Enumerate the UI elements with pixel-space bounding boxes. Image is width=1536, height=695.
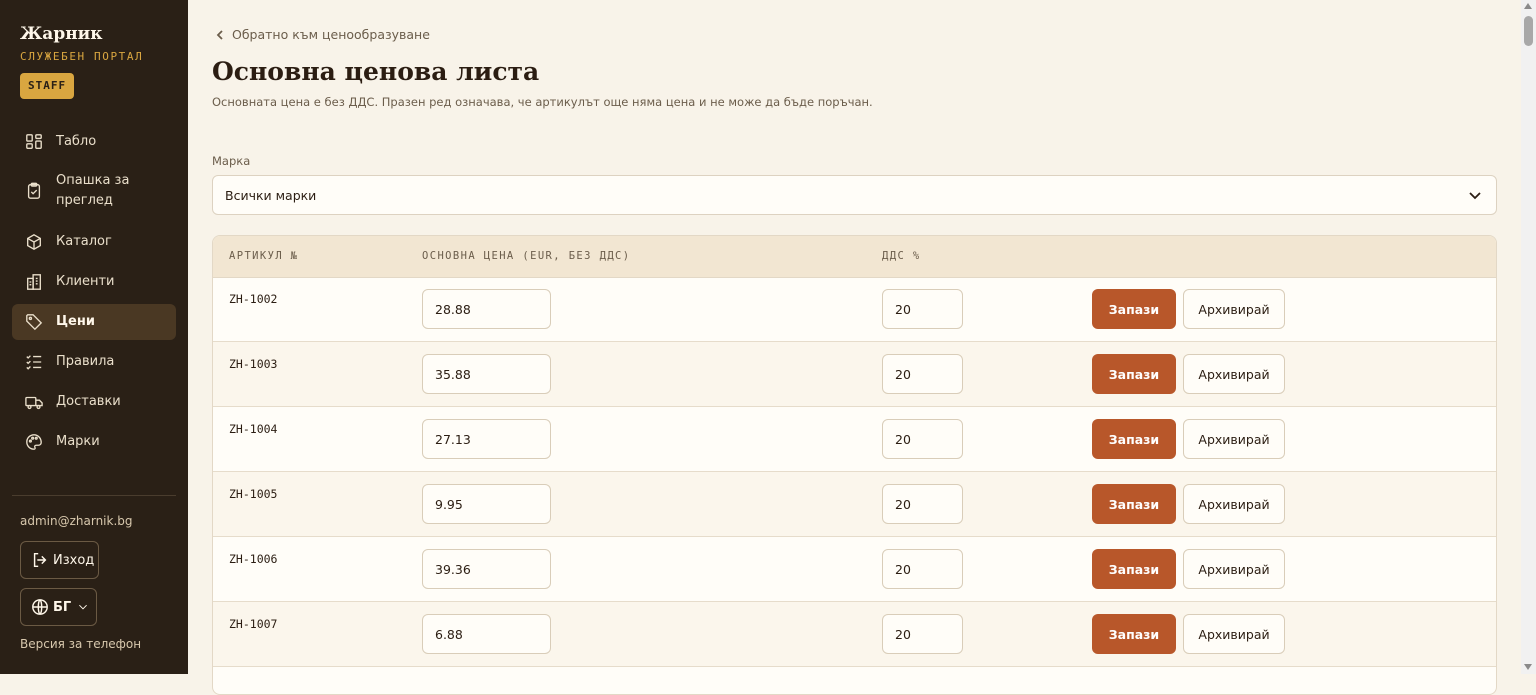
table-row: ZH-1005 9.95 20 Запази Архивирай — [213, 472, 1496, 537]
sidebar-item-prices[interactable]: Цени — [12, 304, 176, 340]
portal-label: СЛУЖЕБЕН ПОРТАЛ — [20, 50, 144, 63]
sku-cell: ZH-1002 — [229, 292, 278, 306]
save-button[interactable]: Запази — [1092, 419, 1176, 459]
vat-input[interactable]: 20 — [882, 549, 963, 589]
price-input[interactable]: 39.36 — [422, 549, 551, 589]
sidebar-item-label: Опашка за преглед — [56, 173, 130, 208]
sidebar-item-label: Клиенти — [56, 274, 115, 289]
brand-filter-label: Марка — [212, 154, 251, 168]
palette-icon — [24, 432, 44, 452]
column-header-vat: ДДС % — [882, 250, 921, 262]
sidebar-item-catalog[interactable]: Каталог — [12, 224, 176, 260]
price-input[interactable]: 9.95 — [422, 484, 551, 524]
sku-cell: ZH-1005 — [229, 487, 278, 501]
scroll-down-arrow-icon[interactable] — [1524, 664, 1532, 670]
sku-cell: ZH-1006 — [229, 552, 278, 566]
save-button[interactable]: Запази — [1092, 614, 1176, 654]
page-title: Основна ценова листа — [212, 57, 540, 86]
vat-input[interactable]: 20 — [882, 354, 963, 394]
scroll-up-arrow-icon[interactable] — [1524, 3, 1532, 9]
table-row: ZH-1006 39.36 20 Запази Архивирай — [213, 537, 1496, 602]
chevron-down-icon — [77, 601, 89, 613]
table-row: ZH-1002 28.88 20 Запази Архивирай — [213, 277, 1496, 342]
language-selector[interactable]: БГ — [20, 588, 97, 626]
checklist-icon — [24, 352, 44, 372]
column-header-price: ОСНОВНА ЦЕНА (EUR, БЕЗ ДДС) — [422, 250, 631, 262]
save-button[interactable]: Запази — [1092, 289, 1176, 329]
archive-button[interactable]: Архивирай — [1183, 484, 1285, 524]
sidebar-item-deliveries[interactable]: Доставки — [12, 384, 176, 420]
archive-button[interactable]: Архивирай — [1183, 289, 1285, 329]
scrollbar-thumb[interactable] — [1524, 16, 1533, 46]
archive-button[interactable]: Архивирай — [1183, 549, 1285, 589]
chevron-down-icon — [1468, 188, 1482, 205]
chevron-left-icon — [214, 29, 232, 41]
price-table: АРТИКУЛ № ОСНОВНА ЦЕНА (EUR, БЕЗ ДДС) ДД… — [212, 235, 1497, 695]
sidebar-item-rules[interactable]: Правила — [12, 344, 176, 380]
logout-label: Изход — [53, 552, 95, 568]
sidebar: Жарник СЛУЖЕБЕН ПОРТАЛ STAFF Табло Опашк… — [0, 0, 188, 674]
sidebar-item-brands[interactable]: Марки — [12, 424, 176, 460]
table-row: ZH-1007 6.88 20 Запази Архивирай — [213, 602, 1496, 667]
back-link[interactable]: Обратно към ценообразуване — [214, 27, 430, 42]
mobile-version-link[interactable]: Версия за телефон — [20, 637, 141, 651]
archive-button[interactable]: Архивирай — [1183, 614, 1285, 654]
user-email: admin@zharnik.bg — [20, 514, 133, 528]
price-input[interactable]: 28.88 — [422, 289, 551, 329]
language-label: БГ — [53, 599, 72, 615]
page-subtitle: Основната цена е без ДДС. Празен ред озн… — [212, 95, 873, 109]
sku-cell: ZH-1004 — [229, 422, 278, 436]
brand-filter-select[interactable]: Всички марки — [212, 175, 1497, 215]
logout-button[interactable]: Изход — [20, 541, 99, 579]
save-button[interactable]: Запази — [1092, 549, 1176, 589]
tag-icon — [24, 312, 44, 332]
building-icon — [24, 272, 44, 292]
sidebar-item-label: Доставки — [56, 394, 121, 409]
sidebar-item-label: Каталог — [56, 234, 112, 249]
sidebar-item-label: Табло — [56, 134, 97, 149]
brand-filter-value: Всички марки — [225, 187, 317, 203]
sidebar-item-clients[interactable]: Клиенти — [12, 264, 176, 300]
vat-input[interactable]: 20 — [882, 614, 963, 654]
vat-input[interactable]: 20 — [882, 484, 963, 524]
column-header-sku: АРТИКУЛ № — [229, 250, 299, 262]
table-row: ZH-1004 27.13 20 Запази Архивирай — [213, 407, 1496, 472]
archive-button[interactable]: Архивирай — [1183, 354, 1285, 394]
sku-cell: ZH-1003 — [229, 357, 278, 371]
price-input[interactable]: 35.88 — [422, 354, 551, 394]
sidebar-item-dashboard[interactable]: Табло — [12, 124, 176, 160]
vat-input[interactable]: 20 — [882, 289, 963, 329]
price-input[interactable]: 6.88 — [422, 614, 551, 654]
sidebar-item-review-queue[interactable]: Опашка за преглед — [12, 168, 176, 214]
brand-name: Жарник — [20, 24, 103, 44]
page-scrollbar[interactable] — [1521, 0, 1536, 674]
sidebar-item-label: Цени — [56, 314, 95, 329]
globe-icon — [31, 598, 49, 616]
sidebar-item-label: Правила — [56, 354, 115, 369]
price-input[interactable]: 27.13 — [422, 419, 551, 459]
box-icon — [24, 232, 44, 252]
table-header: АРТИКУЛ № ОСНОВНА ЦЕНА (EUR, БЕЗ ДДС) ДД… — [213, 236, 1496, 278]
back-link-label: Обратно към ценообразуване — [232, 27, 430, 42]
sidebar-item-label: Марки — [56, 434, 100, 449]
staff-badge: STAFF — [20, 73, 75, 99]
save-button[interactable]: Запази — [1092, 484, 1176, 524]
vat-input[interactable]: 20 — [882, 419, 963, 459]
sku-cell: ZH-1007 — [229, 617, 278, 631]
save-button[interactable]: Запази — [1092, 354, 1176, 394]
archive-button[interactable]: Архивирай — [1183, 419, 1285, 459]
truck-icon — [24, 392, 44, 412]
clipboard-check-icon — [24, 181, 44, 201]
logout-icon — [31, 551, 49, 569]
dashboard-icon — [24, 132, 44, 152]
table-row: ZH-1003 35.88 20 Запази Архивирай — [213, 342, 1496, 407]
sidebar-divider — [12, 495, 176, 496]
